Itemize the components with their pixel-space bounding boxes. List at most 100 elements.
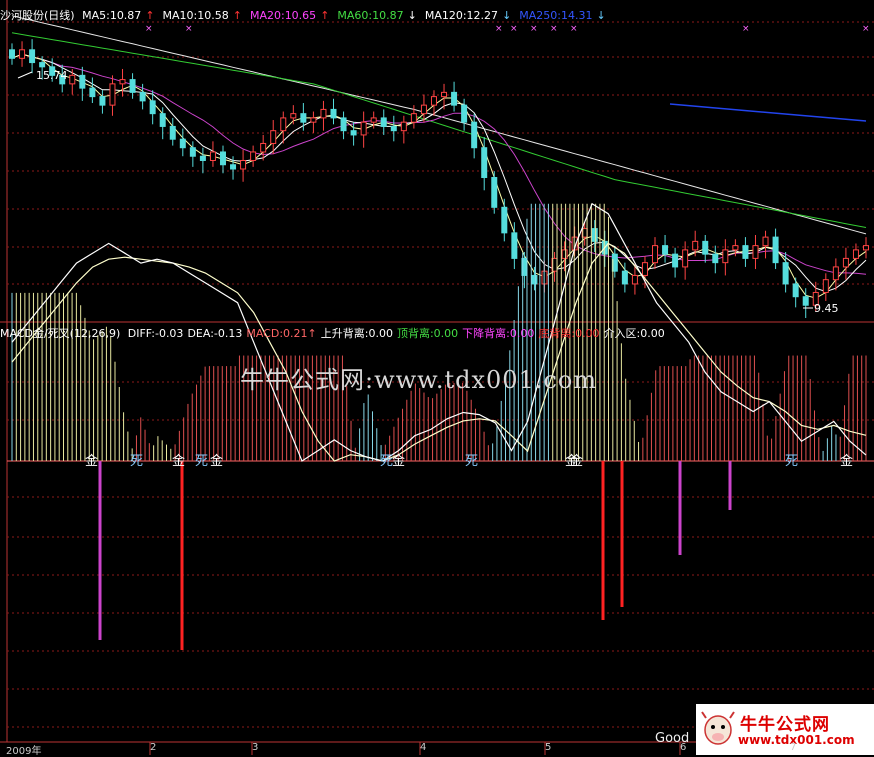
ma-arrow: ↑ <box>232 9 242 22</box>
candle-body <box>89 87 96 98</box>
candle-body <box>270 130 277 144</box>
candle-body <box>762 236 769 247</box>
candle-body <box>310 117 317 123</box>
candle-body <box>209 151 216 161</box>
candle-body <box>662 245 669 255</box>
candle-body <box>631 274 638 285</box>
death-cross-label: 死 <box>130 454 143 469</box>
ma-arrow: ↓ <box>407 9 417 22</box>
golden-cross-label: 金 <box>210 453 223 469</box>
ma-arrow: ↑ <box>320 9 330 22</box>
x-marker: × <box>530 24 538 34</box>
ma-item: MA60:10.87 <box>337 9 404 22</box>
candle-body <box>9 49 15 59</box>
watermark-text: 牛牛公式网:www.tdx001.com <box>240 366 598 394</box>
candle-body <box>19 49 26 59</box>
x-tick-label: 3 <box>252 742 259 753</box>
candle-body <box>300 113 307 123</box>
cow-logo-icon <box>701 711 735 745</box>
x-marker: × <box>185 24 193 34</box>
candle-body <box>692 240 699 251</box>
x-tick-label: 2 <box>150 742 157 753</box>
candle-body <box>79 74 86 89</box>
candle-body <box>702 240 709 255</box>
ma-item: MA10:10.58 <box>162 9 229 22</box>
candle-body <box>240 159 247 170</box>
candle-body <box>290 113 297 119</box>
candle-body <box>842 257 849 268</box>
golden-cross-label: 金 <box>392 453 405 469</box>
candle-body <box>370 117 377 123</box>
ma-arrow: ↓ <box>502 9 512 22</box>
candle-body <box>410 113 417 123</box>
candle-body <box>139 91 146 102</box>
x-marker: × <box>742 24 750 34</box>
ma-list: MA5:10.87 ↑ MA10:10.58 ↑ MA20:10.65 ↑ MA60:10.… <box>82 9 614 22</box>
candle-body <box>219 151 226 166</box>
ma-item: MA5:10.87 <box>82 9 142 22</box>
candle-body <box>652 245 659 264</box>
x-marker: × <box>862 24 870 34</box>
candle-body <box>360 121 367 136</box>
candle-body <box>742 245 749 259</box>
death-cross-label: 死 <box>465 454 478 469</box>
candle-body <box>531 274 538 285</box>
candle-body <box>179 138 186 149</box>
candle-body <box>129 79 136 93</box>
x-tick-label: 5 <box>545 742 552 753</box>
golden-cross-label: 金 <box>172 453 185 469</box>
candle-body <box>199 155 206 161</box>
candle-body <box>863 245 869 251</box>
candle-body <box>250 151 257 161</box>
x-tick-label: 4 <box>420 742 427 753</box>
candle-body <box>561 249 568 259</box>
stock-title: 沙河股份(日线) <box>0 9 75 22</box>
candle-body <box>501 206 508 234</box>
high-price-label: 15.74 <box>36 69 68 82</box>
golden-cross-label: 金 <box>85 453 98 469</box>
candle-body <box>641 262 648 276</box>
ma-arrow: ↑ <box>145 9 155 22</box>
candle-body <box>441 91 448 98</box>
macd-legend: MACD金/死叉(12,26,9) DIFF:-0.03 DEA:-0.13 MAC… <box>0 325 673 341</box>
macd-item: DEA:-0.13 <box>187 327 243 340</box>
candle-body <box>390 125 397 132</box>
candle-body <box>330 108 337 119</box>
candle-body <box>230 164 237 170</box>
macd-items: DIFF:-0.03 DEA:-0.13 MACD:0.21↑ 上升背离:0.00 顶背… <box>128 327 669 340</box>
candle-body <box>481 147 488 179</box>
candle-body <box>732 245 739 251</box>
golden-cross-label: 金 <box>840 453 853 469</box>
macd-item: DIFF:-0.03 <box>127 327 184 340</box>
macd-item: MACD:0.21↑ <box>246 327 317 340</box>
x-tick-label: 6 <box>680 742 687 753</box>
candle-body <box>712 253 719 264</box>
ma-item: MA120:12.27 <box>424 9 499 22</box>
candle-body <box>822 279 829 293</box>
candle-body <box>340 117 347 132</box>
candle-body <box>149 100 156 115</box>
candle-body <box>280 117 287 132</box>
candle-body <box>852 249 859 259</box>
candle-body <box>451 91 458 106</box>
price-legend: 沙河股份(日线) MA5:10.87 ↑ MA10:10.58 ↑ MA20:10.65… <box>0 7 618 23</box>
candle-body <box>471 121 478 149</box>
death-cross-label: 死 <box>785 454 798 469</box>
ma-item: MA20:10.65 <box>249 9 317 22</box>
logo-text: 牛牛公式网 <box>740 715 830 735</box>
macd-item: 上升背离:0.00 <box>320 327 393 340</box>
x-marker: × <box>145 24 153 34</box>
candle-body <box>682 249 689 268</box>
candle-body <box>621 270 628 285</box>
macd-item: 介入区:0.00 <box>603 327 665 340</box>
candle-body <box>832 266 839 281</box>
macd-title: MACD金/死叉(12,26,9) <box>0 327 121 340</box>
site-logo: 牛牛公式网 www.tdx001.com <box>696 704 874 755</box>
candle-body <box>491 177 498 208</box>
candle-body <box>782 262 789 285</box>
candle-body <box>350 130 357 136</box>
x-tick-label: 7 <box>790 742 797 753</box>
candle-body <box>672 253 679 268</box>
candle-body <box>260 142 267 153</box>
candle-body <box>591 228 598 242</box>
